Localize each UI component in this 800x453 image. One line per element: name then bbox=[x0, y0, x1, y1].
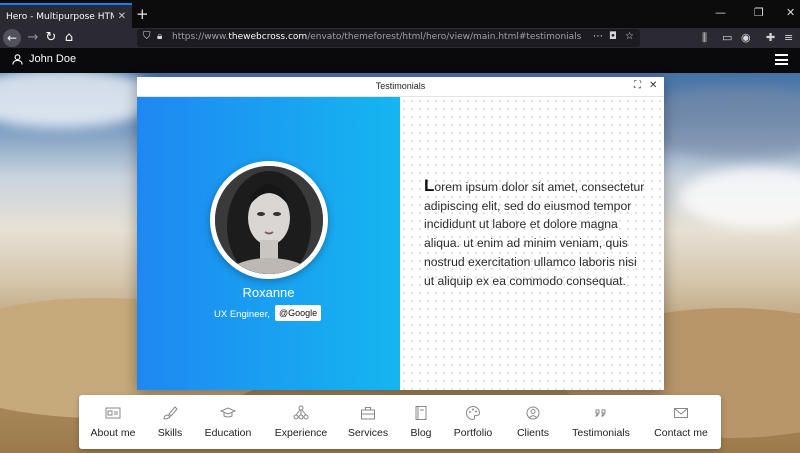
profile-panel: Roxanne UX Engineer, @Google bbox=[137, 97, 400, 390]
minimize-icon[interactable]: — bbox=[715, 6, 726, 19]
menu-item-label: Blog bbox=[410, 427, 432, 439]
person-role: UX Engineer, bbox=[214, 309, 270, 320]
pocket-icon[interactable]: ◘ bbox=[609, 31, 617, 42]
quote-icon bbox=[592, 404, 610, 422]
background-cloud bbox=[0, 68, 160, 128]
menu-item-skills[interactable]: Skills bbox=[154, 395, 186, 449]
modal-title: Testimonials bbox=[375, 81, 426, 91]
menu-item-label: Portfolio bbox=[453, 427, 493, 439]
user-name: John Doe bbox=[29, 53, 77, 65]
account-icon[interactable]: ◉ bbox=[741, 31, 751, 44]
handshake-icon bbox=[524, 404, 542, 422]
menu-item-label: Services bbox=[347, 427, 389, 439]
menu-item-about-me[interactable]: About me bbox=[87, 395, 139, 449]
tab-title: Hero - Multipurpose HTML template bbox=[6, 11, 114, 22]
section-menu: About me Skills Education Experience Ser… bbox=[79, 395, 721, 449]
person-name: Roxanne bbox=[242, 285, 295, 300]
notebook-icon bbox=[412, 404, 430, 422]
menu-item-label: Clients bbox=[516, 427, 550, 439]
hierarchy-icon bbox=[292, 404, 310, 422]
user-menu[interactable]: John Doe bbox=[12, 53, 76, 65]
quote-text: orem ipsum dolor sit amet, consectetur a… bbox=[424, 180, 645, 288]
quote-dropcap: L bbox=[424, 176, 435, 195]
menu-item-portfolio[interactable]: Portfolio bbox=[451, 395, 495, 449]
background-cloud bbox=[680, 168, 800, 228]
browser-nav-bar: ← → ↻ ⌂ ⛉ 🔒︎ https://www.thewebcross.com… bbox=[0, 28, 800, 48]
library-icon[interactable]: ⫼ bbox=[702, 31, 707, 45]
forward-icon[interactable]: → bbox=[24, 29, 42, 47]
menu-item-label: Skills bbox=[157, 427, 183, 439]
site-header: John Doe bbox=[0, 48, 800, 73]
menu-item-services[interactable]: Services bbox=[346, 395, 390, 449]
home-icon[interactable]: ⌂ bbox=[60, 29, 78, 47]
extensions-icon[interactable]: ✚ bbox=[766, 31, 775, 44]
fullscreen-icon[interactable]: ⛶ bbox=[634, 80, 641, 91]
browser-tab-bar: Hero - Multipurpose HTML template ✕ + — … bbox=[0, 0, 800, 28]
bookmark-star-icon[interactable]: ☆ bbox=[625, 31, 634, 42]
menu-item-label: Experience bbox=[274, 427, 328, 439]
user-icon bbox=[12, 53, 23, 65]
quote-panel: Lorem ipsum dolor sit amet, consectetur … bbox=[400, 97, 664, 390]
menu-item-label: Contact me bbox=[654, 427, 708, 439]
avatar bbox=[210, 161, 328, 279]
menu-item-clients[interactable]: Clients bbox=[513, 395, 553, 449]
brush-icon bbox=[161, 404, 179, 422]
menu-item-contact-me[interactable]: Contact me bbox=[651, 395, 711, 449]
menu-item-blog[interactable]: Blog bbox=[406, 395, 436, 449]
testimonial-quote: Lorem ipsum dolor sit amet, consectetur … bbox=[424, 176, 649, 290]
back-icon[interactable]: ← bbox=[3, 29, 21, 47]
window-close-icon[interactable]: ✕ bbox=[786, 6, 795, 19]
menu-item-label: Testimonials bbox=[572, 427, 630, 439]
menu-item-label: Education bbox=[204, 427, 252, 439]
palette-icon bbox=[464, 404, 482, 422]
url-text[interactable]: https://www.thewebcross.com/envato/theme… bbox=[172, 32, 581, 42]
url-bar[interactable]: ⛉ 🔒︎ https://www.thewebcross.com/envato/… bbox=[137, 29, 640, 47]
app-menu-icon[interactable]: ≡ bbox=[784, 31, 793, 44]
lock-icon[interactable]: 🔒︎ bbox=[157, 31, 162, 42]
company-badge[interactable]: @Google bbox=[275, 305, 322, 321]
portrait-image bbox=[215, 166, 323, 274]
reload-icon[interactable]: ↻ bbox=[42, 29, 60, 47]
menu-item-experience[interactable]: Experience bbox=[271, 395, 331, 449]
menu-item-testimonials[interactable]: Testimonials bbox=[569, 395, 633, 449]
menu-item-education[interactable]: Education bbox=[201, 395, 255, 449]
shield-icon[interactable]: ⛉ bbox=[143, 31, 151, 42]
browser-tab[interactable]: Hero - Multipurpose HTML template ✕ bbox=[0, 3, 132, 28]
tab-close-icon[interactable]: ✕ bbox=[118, 11, 126, 22]
sidebar-icon[interactable]: ▭ bbox=[722, 31, 732, 44]
menu-item-label: About me bbox=[90, 427, 136, 439]
graduation-cap-icon bbox=[219, 404, 237, 422]
page-viewport: John Doe Testimonials ⛶ ✕ Roxanne UX Eng… bbox=[0, 48, 800, 453]
envelope-icon bbox=[672, 404, 690, 422]
close-icon[interactable]: ✕ bbox=[649, 80, 657, 91]
testimonials-modal: Testimonials ⛶ ✕ Roxanne UX Engineer, @G… bbox=[137, 77, 664, 390]
page-actions-icon[interactable]: ⋯ bbox=[593, 31, 603, 42]
new-tab-icon[interactable]: + bbox=[136, 5, 149, 23]
hamburger-menu-icon[interactable] bbox=[775, 54, 788, 65]
modal-header: Testimonials ⛶ ✕ bbox=[137, 77, 664, 97]
maximize-icon[interactable]: ❐ bbox=[754, 6, 764, 19]
id-card-icon bbox=[104, 404, 122, 422]
briefcase-icon bbox=[359, 404, 377, 422]
